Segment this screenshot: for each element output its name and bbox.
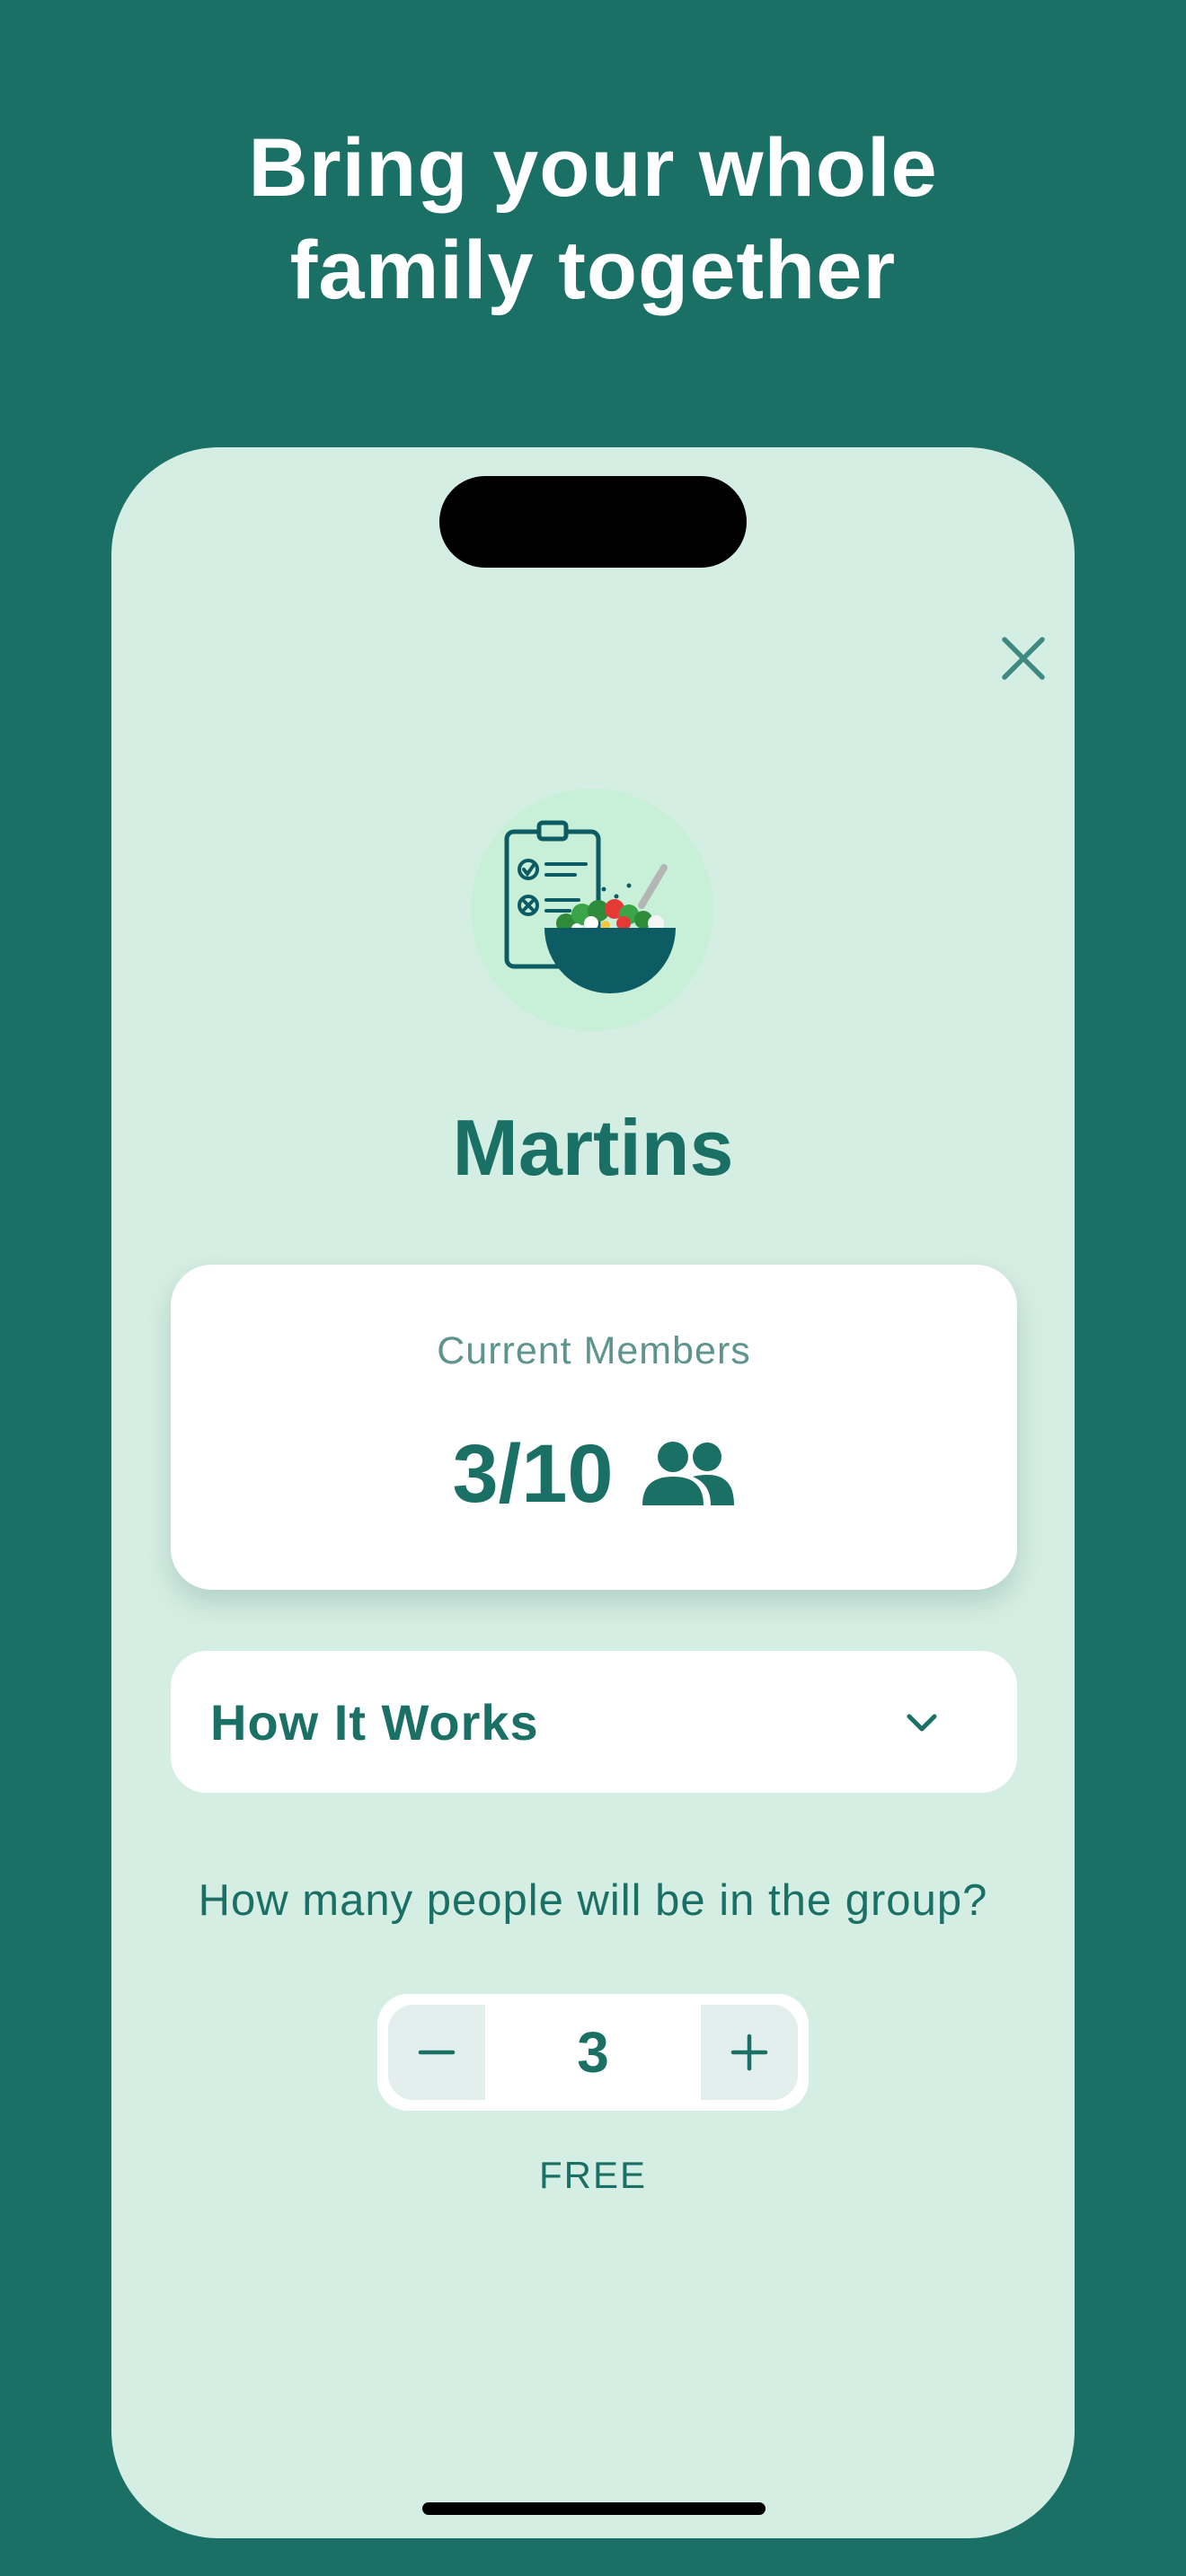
members-row: 3/10 xyxy=(171,1425,1017,1523)
promo-headline: Bring your whole family together xyxy=(0,117,1186,322)
how-it-works-accordion[interactable]: How It Works xyxy=(171,1651,1017,1793)
group-name: Martins xyxy=(452,1103,734,1192)
group-size-question: How many people will be in the group? xyxy=(198,1876,988,1925)
meal-plan-illustration xyxy=(471,789,713,1031)
members-label: Current Members xyxy=(437,1329,751,1372)
headline-line-1: Bring your whole xyxy=(248,122,938,214)
phone-screen: Martins Current Members 3/10 How It Work… xyxy=(111,447,1075,2538)
increment-button[interactable] xyxy=(701,2005,798,2100)
group-size-stepper: 3 xyxy=(377,1994,809,2111)
close-button[interactable] xyxy=(992,627,1055,690)
how-it-works-label: How It Works xyxy=(210,1694,539,1751)
minus-icon xyxy=(418,2050,456,2055)
people-icon xyxy=(642,1442,734,1505)
members-count: 3/10 xyxy=(452,1428,614,1520)
close-icon xyxy=(1002,637,1045,680)
headline-line-2: family together xyxy=(289,225,897,316)
members-card: Current Members 3/10 xyxy=(171,1265,1017,1590)
decrement-button[interactable] xyxy=(388,2005,485,2100)
home-indicator[interactable] xyxy=(422,2502,766,2515)
plus-icon xyxy=(730,2033,768,2071)
group-size-value: 3 xyxy=(577,2020,609,2085)
price-label: FREE xyxy=(538,2154,647,2196)
paywall-page: Bring your whole family together Martins… xyxy=(0,0,1186,2576)
chevron-down-icon xyxy=(902,1703,942,1742)
dynamic-island xyxy=(439,476,747,568)
